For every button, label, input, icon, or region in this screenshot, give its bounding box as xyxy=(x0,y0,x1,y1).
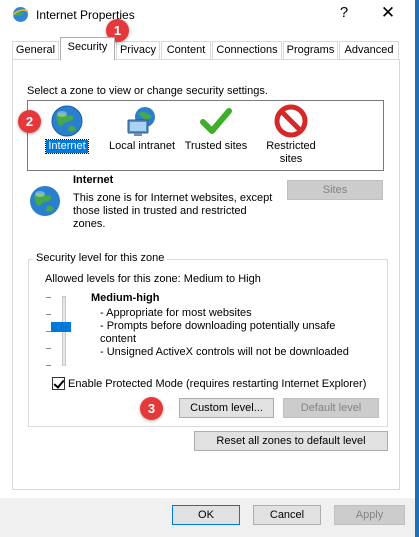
slider-tick xyxy=(46,348,51,349)
tab-advanced[interactable]: Advanced xyxy=(339,41,399,59)
zone-label: Local intranet xyxy=(108,140,176,152)
apply-button[interactable]: Apply xyxy=(334,505,405,525)
tab-programs[interactable]: Programs xyxy=(283,41,338,59)
slider-thumb[interactable] xyxy=(51,322,71,332)
green-check-icon xyxy=(200,108,232,134)
sites-button[interactable]: Sites xyxy=(287,180,383,200)
reset-all-zones-button[interactable]: Reset all zones to default level xyxy=(194,431,388,451)
no-entry-icon xyxy=(274,104,308,138)
selected-zone-description: This zone is for Internet websites, exce… xyxy=(73,192,273,230)
close-button[interactable]: ✕ xyxy=(380,3,396,23)
globe-icon xyxy=(51,105,83,137)
cancel-button[interactable]: Cancel xyxy=(253,505,321,525)
zone-label: Internet xyxy=(45,139,89,154)
zone-trusted-sites[interactable]: Trusted sites xyxy=(182,104,250,153)
intranet-computer-icon xyxy=(127,107,155,136)
tab-security[interactable]: Security xyxy=(60,37,115,60)
level-bullet: - Unsigned ActiveX controls will not be … xyxy=(100,346,349,358)
ok-button[interactable]: OK xyxy=(172,505,240,525)
protected-mode-option[interactable]: Enable Protected Mode (requires restarti… xyxy=(52,377,366,390)
zone-internet[interactable]: Internet xyxy=(40,104,94,154)
tab-general[interactable]: General xyxy=(12,41,59,59)
level-name: Medium-high xyxy=(91,292,160,304)
level-description: - Appropriate for most websites - Prompt… xyxy=(100,307,370,359)
internet-properties-window: Internet Properties ? ✕ General Security… xyxy=(0,0,419,537)
slider-tick xyxy=(46,314,51,315)
level-bullet: - Prompts before downloading potentially… xyxy=(100,320,336,345)
security-level-group-title: Security level for this zone xyxy=(33,252,168,264)
slider-tick xyxy=(46,365,51,366)
zone-label: Restricted sites xyxy=(266,140,316,165)
tab-content[interactable]: Content xyxy=(161,41,211,59)
zone-local-intranet[interactable]: Local intranet xyxy=(105,104,179,153)
tab-connections[interactable]: Connections xyxy=(212,41,282,59)
tab-strip: General Security Privacy Content Connect… xyxy=(12,37,400,60)
callout-badge: 2 xyxy=(18,110,41,133)
zone-restricted-sites[interactable]: Restricted sites xyxy=(260,104,322,166)
protected-mode-checkbox[interactable] xyxy=(52,377,65,390)
protected-mode-label: Enable Protected Mode (requires restarti… xyxy=(68,377,367,390)
title-bar[interactable]: Internet Properties ? ✕ xyxy=(0,0,415,30)
allowed-levels-text: Allowed levels for this zone: Medium to … xyxy=(45,273,261,285)
internet-globe-icon xyxy=(12,7,29,22)
selected-zone-title: Internet xyxy=(73,174,114,186)
callout-badge: 3 xyxy=(140,397,163,420)
help-button[interactable]: ? xyxy=(336,4,352,21)
custom-level-button[interactable]: Custom level... xyxy=(179,398,274,418)
default-level-button[interactable]: Default level xyxy=(283,398,379,418)
globe-icon xyxy=(30,186,60,216)
slider-tick xyxy=(46,297,51,298)
zone-label: Trusted sites xyxy=(184,140,248,152)
tab-privacy[interactable]: Privacy xyxy=(116,41,160,59)
level-bullet: - Appropriate for most websites xyxy=(100,307,252,319)
zone-prompt: Select a zone to view or change security… xyxy=(27,85,268,97)
